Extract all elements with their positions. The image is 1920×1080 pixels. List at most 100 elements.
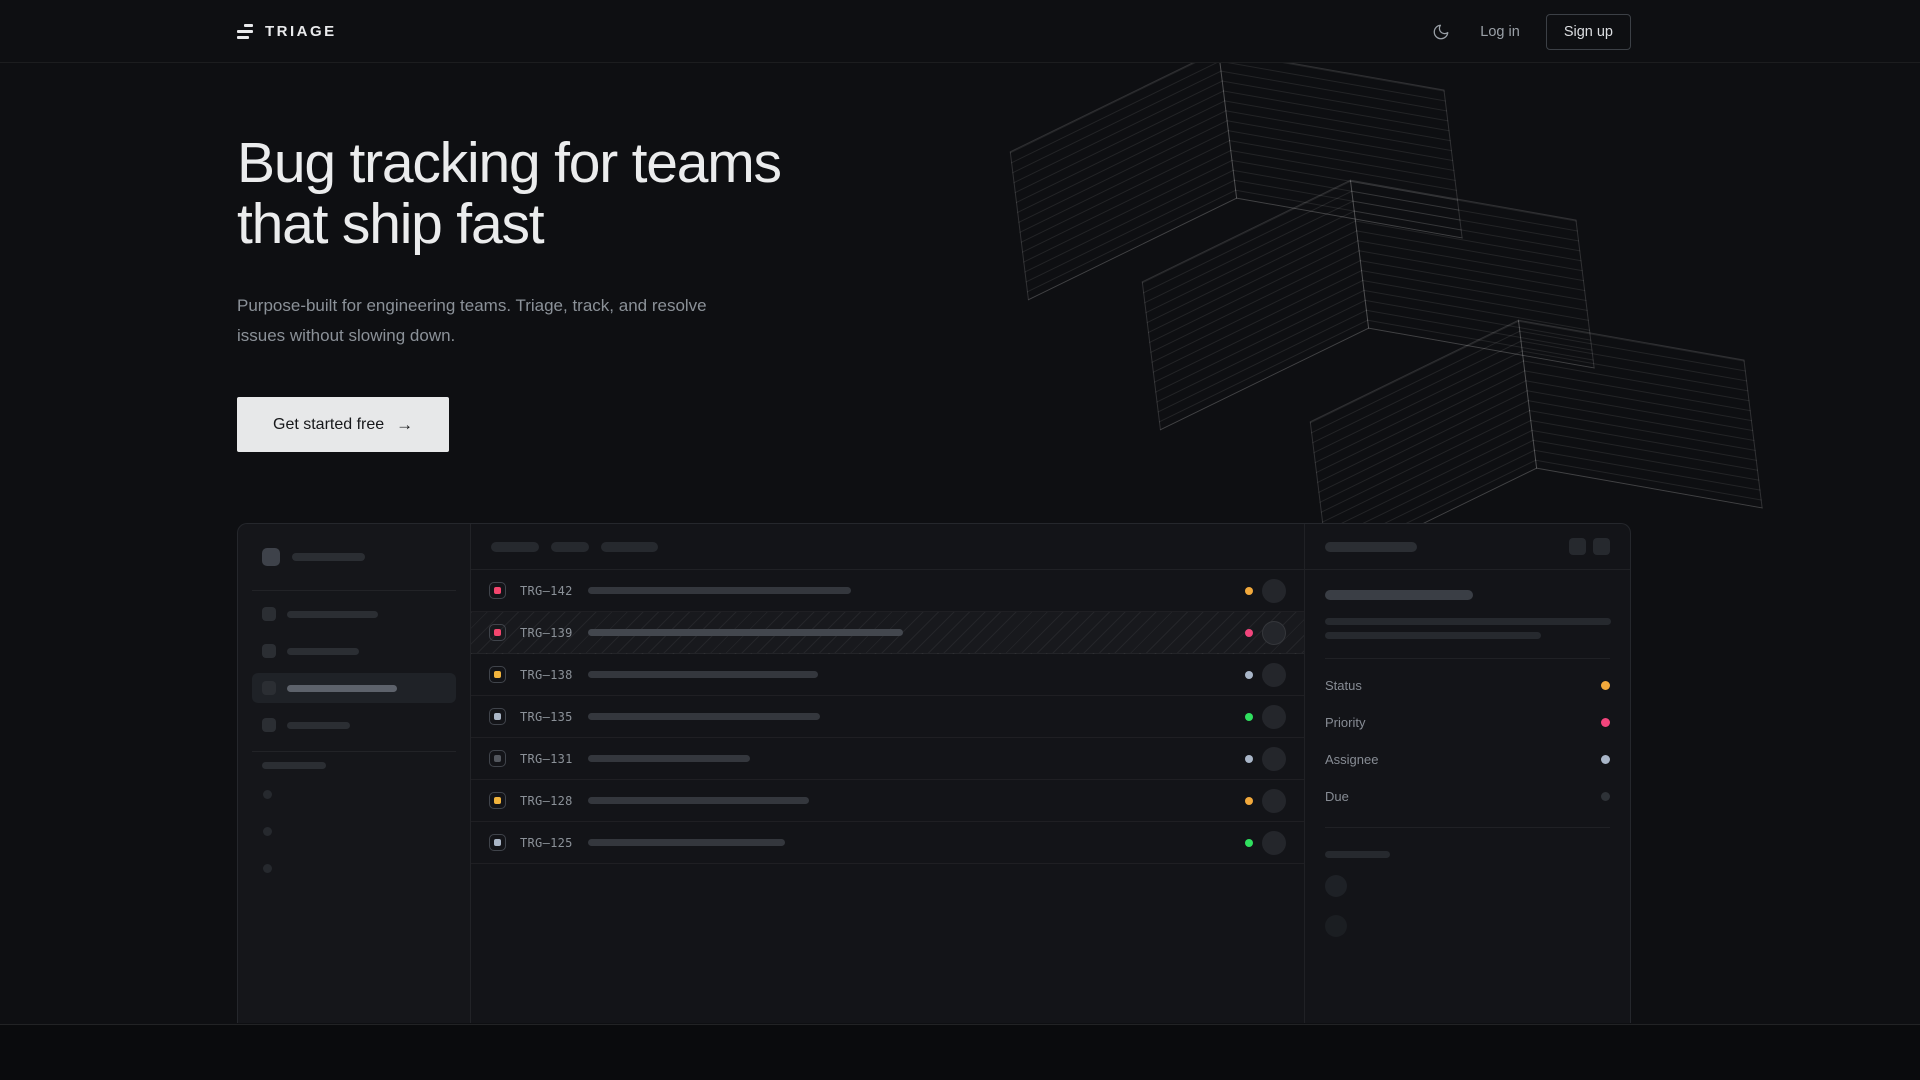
property-row[interactable]: Assignee — [1325, 741, 1610, 778]
issue-row[interactable]: TRG–128 — [471, 780, 1304, 822]
property-label: Status — [1325, 678, 1362, 693]
skeleton-bar — [1325, 618, 1611, 625]
issue-id: TRG–125 — [520, 836, 578, 850]
assignee-avatar[interactable] — [1262, 831, 1286, 855]
page-footer — [0, 1024, 1920, 1080]
title-line-2: that ship fast — [237, 192, 543, 256]
skeleton-bar — [287, 685, 397, 692]
sidebar-item-icon-skeleton — [262, 607, 276, 621]
issue-status-dot — [1245, 671, 1253, 679]
skeleton-bar — [1325, 632, 1541, 639]
brand-name: TRIAGE — [265, 23, 337, 40]
hero-section: Bug tracking for teamsthat ship fast Pur… — [0, 63, 1920, 1024]
divider — [1325, 827, 1610, 828]
hero-subtitle: Purpose-built for engineering teams. Tri… — [237, 291, 709, 351]
sidebar-item-skeleton-active[interactable] — [252, 673, 456, 703]
issue-title-skeleton — [588, 671, 818, 678]
issue-type-icon — [489, 834, 506, 851]
issue-status-dot — [1245, 713, 1253, 721]
issue-status-dot — [1245, 797, 1253, 805]
assignee-avatar[interactable] — [1262, 789, 1286, 813]
get-started-button[interactable]: Get started free → — [237, 397, 449, 452]
login-link[interactable]: Log in — [1480, 24, 1520, 40]
issue-id: TRG–131 — [520, 752, 578, 766]
sidebar-item-skeleton[interactable] — [252, 599, 456, 629]
issue-title-skeleton — [588, 629, 903, 636]
sidebar-nav-skeleton — [252, 599, 456, 740]
filter-tab-skeleton[interactable] — [601, 542, 658, 552]
panel-action-button-skeleton[interactable] — [1569, 538, 1586, 555]
property-value-dot — [1601, 792, 1610, 801]
issue-id: TRG–128 — [520, 794, 578, 808]
panel-header — [1305, 524, 1630, 570]
cta-label: Get started free — [273, 416, 384, 434]
app-preview-card: TRG–142 TRG–139 TRG–138 TRG–135 TRG–131 … — [237, 523, 1631, 1023]
assignee-avatar[interactable] — [1262, 579, 1286, 603]
page-title: Bug tracking for teamsthat ship fast — [237, 63, 1631, 255]
issue-row[interactable]: TRG–142 — [471, 570, 1304, 612]
skeleton-bar — [292, 553, 365, 561]
issue-title-skeleton — [588, 797, 809, 804]
issue-row[interactable]: TRG–125 — [471, 822, 1304, 864]
property-label: Assignee — [1325, 752, 1378, 767]
issue-title-skeleton — [1325, 590, 1473, 600]
assignee-avatar[interactable] — [1262, 747, 1286, 771]
issue-status-dot — [1245, 587, 1253, 595]
property-row[interactable]: Due — [1325, 778, 1610, 815]
issue-title-skeleton — [588, 587, 851, 594]
mock-detail-panel: Status Priority Assignee Due — [1304, 524, 1630, 1023]
sidebar-item-skeleton[interactable] — [252, 636, 456, 666]
filter-tab-skeleton[interactable] — [551, 542, 589, 552]
skeleton-bar — [1325, 542, 1417, 552]
issue-list: TRG–142 TRG–139 TRG–138 TRG–135 TRG–131 … — [471, 570, 1304, 864]
property-label: Priority — [1325, 715, 1365, 730]
sidebar-item-icon-skeleton — [262, 681, 276, 695]
issue-title-skeleton — [588, 839, 785, 846]
title-line-1: Bug tracking for teams — [237, 131, 781, 195]
sidebar-dot-skeleton — [263, 827, 272, 836]
issue-row[interactable]: TRG–135 — [471, 696, 1304, 738]
divider — [252, 590, 456, 591]
sidebar-dot-skeleton — [263, 790, 272, 799]
triage-logo-icon — [237, 24, 253, 39]
filter-tab-skeleton[interactable] — [491, 542, 539, 552]
sidebar-item-icon-skeleton — [262, 718, 276, 732]
property-value-dot — [1601, 718, 1610, 727]
signup-button[interactable]: Sign up — [1546, 14, 1631, 50]
activity-label-skeleton — [1325, 851, 1390, 858]
theme-toggle-button[interactable] — [1428, 19, 1454, 45]
issue-type-icon — [489, 624, 506, 641]
arrow-right-icon: → — [396, 415, 413, 435]
property-row[interactable]: Priority — [1325, 704, 1610, 741]
issue-row[interactable]: TRG–131 — [471, 738, 1304, 780]
mock-issue-list-column: TRG–142 TRG–139 TRG–138 TRG–135 TRG–131 … — [471, 524, 1304, 1023]
assignee-avatar[interactable] — [1262, 705, 1286, 729]
top-nav: TRIAGE Log in Sign up — [0, 0, 1920, 63]
assignee-avatar[interactable] — [1262, 663, 1286, 687]
issue-type-icon — [489, 708, 506, 725]
issue-id: TRG–139 — [520, 626, 578, 640]
issue-status-dot — [1245, 839, 1253, 847]
issue-row[interactable]: TRG–139 — [471, 612, 1304, 654]
list-header-skeleton — [471, 524, 1304, 570]
panel-action-button-skeleton[interactable] — [1593, 538, 1610, 555]
skeleton-bar — [287, 722, 350, 729]
workspace-avatar-skeleton — [262, 548, 280, 566]
issue-id: TRG–138 — [520, 668, 578, 682]
property-value-dot — [1601, 755, 1610, 764]
issue-id: TRG–135 — [520, 710, 578, 724]
divider — [1325, 658, 1610, 659]
assignee-avatar[interactable] — [1262, 621, 1286, 645]
issue-type-icon — [489, 750, 506, 767]
property-row[interactable]: Status — [1325, 667, 1610, 704]
issue-type-icon — [489, 792, 506, 809]
brand[interactable]: TRIAGE — [237, 23, 337, 40]
workspace-switcher-skeleton[interactable] — [238, 524, 470, 566]
issue-status-dot — [1245, 629, 1253, 637]
sidebar-item-icon-skeleton — [262, 644, 276, 658]
nav-actions: Log in Sign up — [1428, 14, 1631, 50]
sidebar-item-skeleton[interactable] — [252, 710, 456, 740]
sidebar-dot-skeleton — [263, 864, 272, 873]
issue-row[interactable]: TRG–138 — [471, 654, 1304, 696]
divider — [252, 751, 456, 752]
